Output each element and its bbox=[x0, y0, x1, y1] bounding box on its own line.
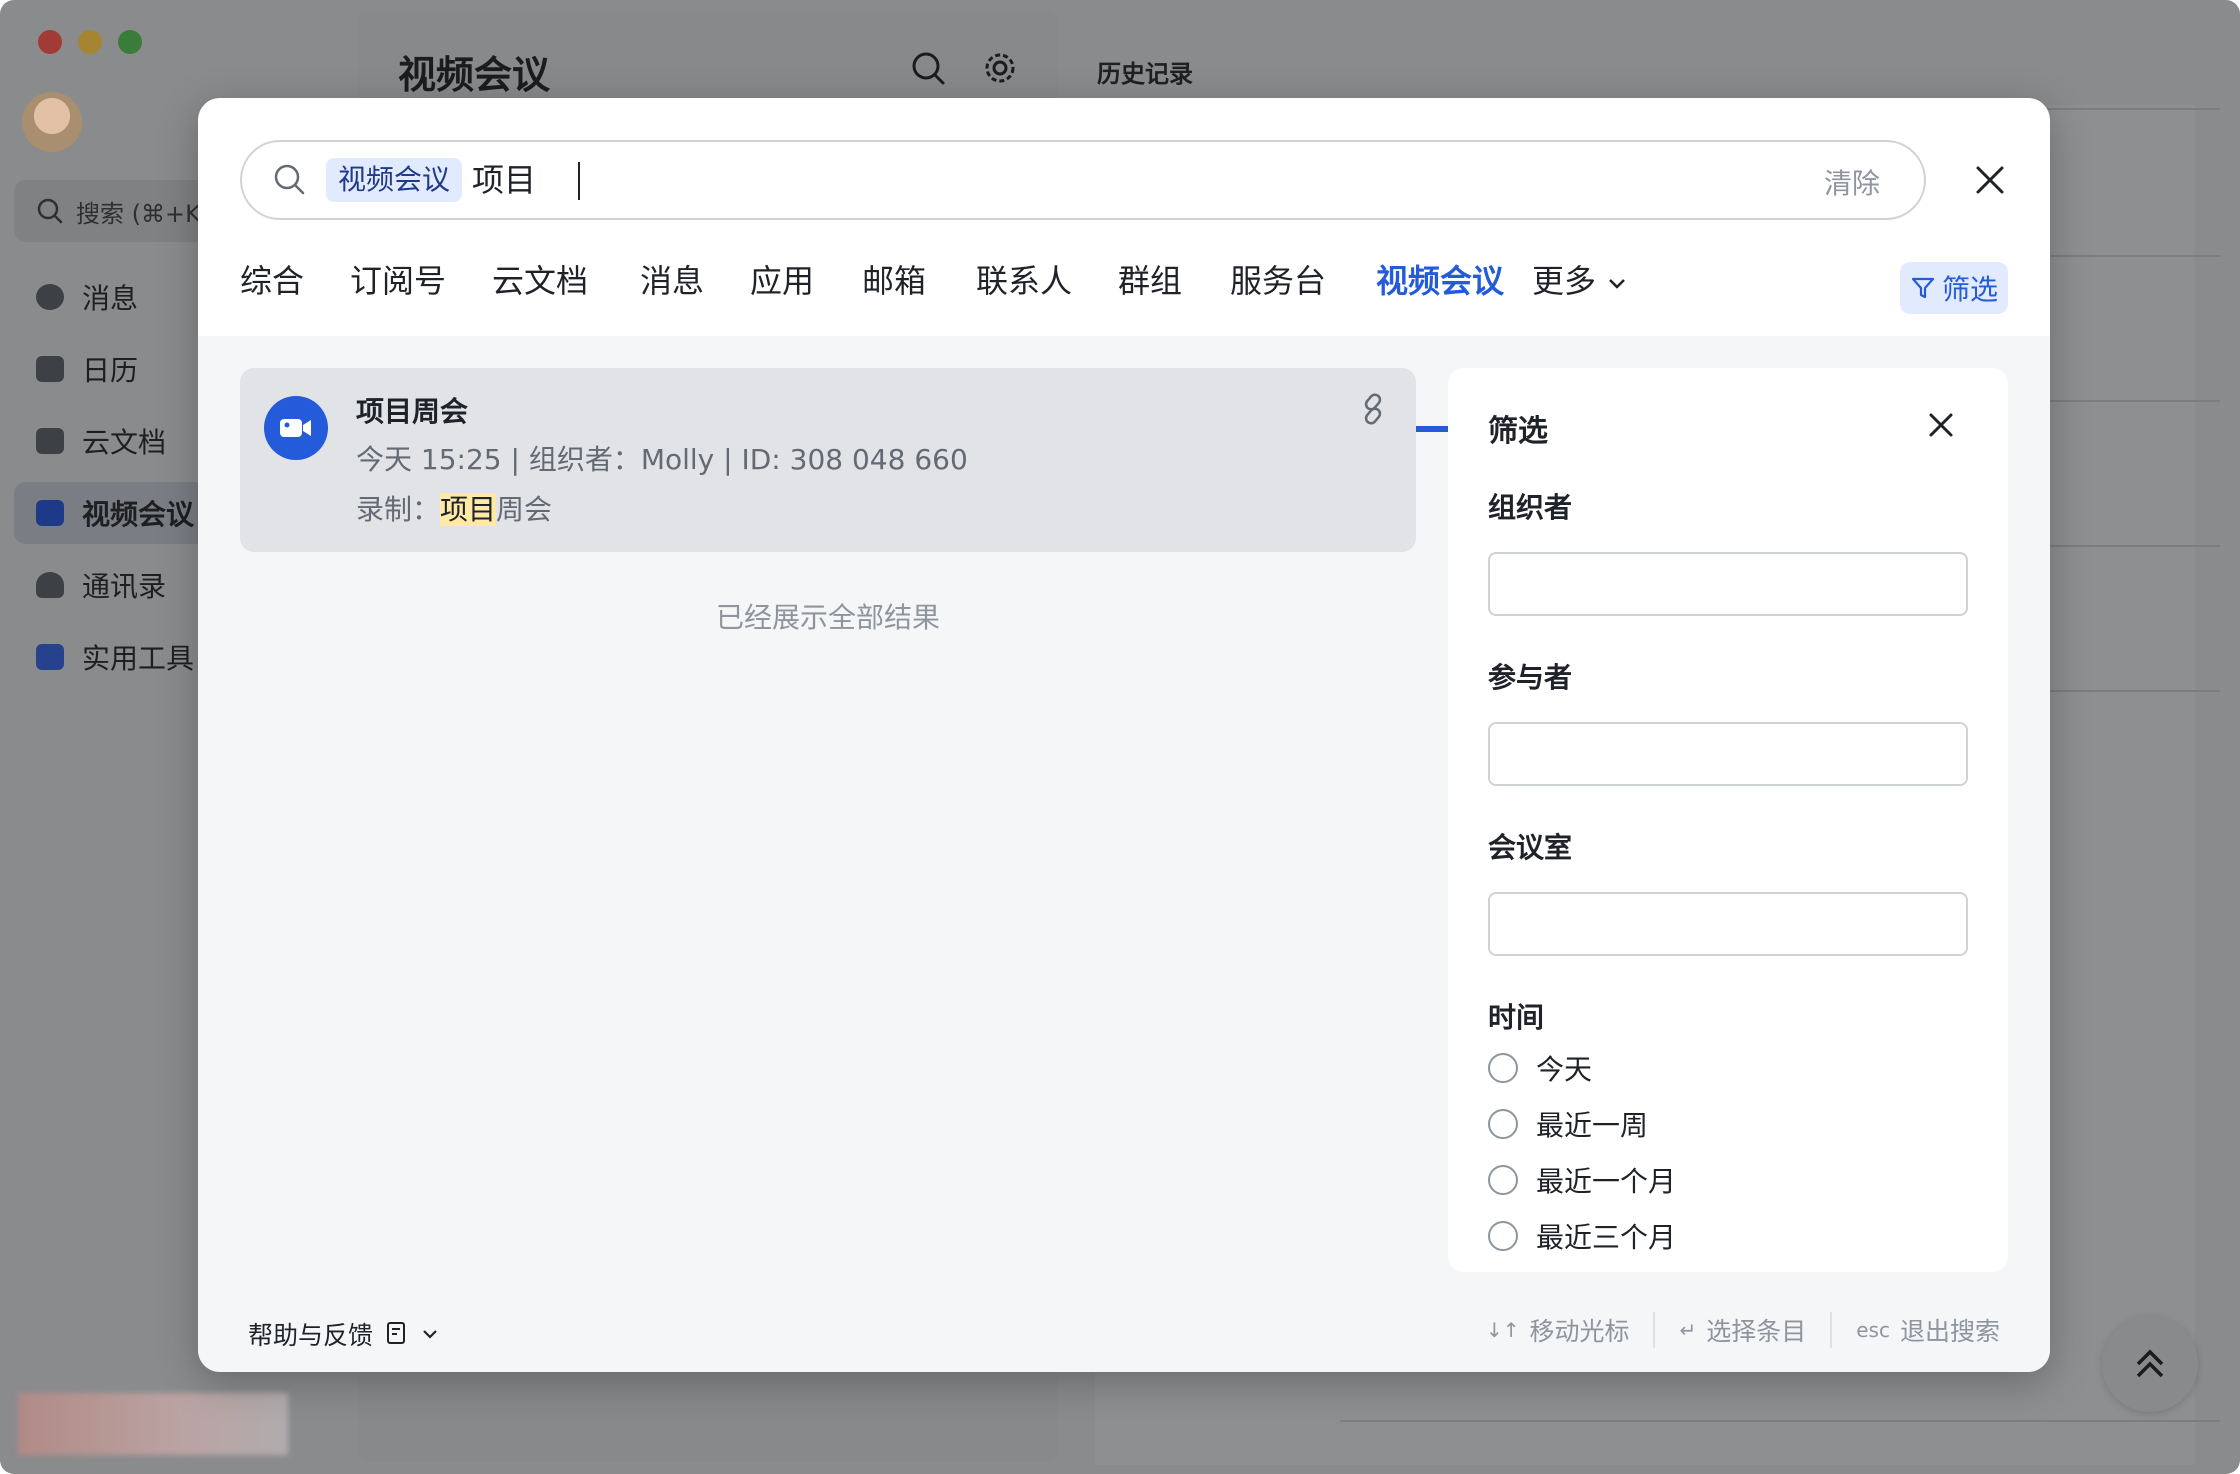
filter-panel: 筛选 组织者 参与者 会议室 时间 今天 最近一周 最近一个月 最近三个月 bbox=[1448, 368, 2008, 1272]
tab-video-meeting[interactable]: 视频会议 bbox=[1376, 258, 1504, 304]
keyword-highlight: 项目 bbox=[440, 493, 497, 526]
search-icon[interactable] bbox=[910, 50, 946, 86]
tab-groups[interactable]: 群组 bbox=[1118, 258, 1182, 304]
time-option-label: 最近三个月 bbox=[1536, 1221, 1677, 1254]
radio-button[interactable] bbox=[1488, 1109, 1518, 1139]
double-chevron-up-icon bbox=[2136, 1349, 2164, 1378]
hint-label: 退出搜索 bbox=[1899, 1317, 2000, 1346]
search-icon bbox=[37, 198, 63, 224]
tab-more[interactable]: 更多 bbox=[1532, 258, 1628, 304]
filter-button[interactable]: 筛选 bbox=[1900, 262, 2008, 314]
help-feedback-label: 帮助与反馈 bbox=[248, 1321, 374, 1350]
tab-docs[interactable]: 云文档 bbox=[492, 258, 588, 304]
tab-contacts[interactable]: 联系人 bbox=[976, 258, 1072, 304]
participant-field[interactable] bbox=[1488, 722, 1968, 786]
radio-button[interactable] bbox=[1488, 1221, 1518, 1251]
tab-subscriptions[interactable]: 订阅号 bbox=[350, 258, 446, 304]
close-icon[interactable] bbox=[1924, 408, 1958, 442]
search-query[interactable]: 项目 bbox=[472, 156, 536, 204]
tab-more-label: 更多 bbox=[1532, 262, 1597, 300]
all-results-shown: 已经展示全部结果 bbox=[715, 601, 940, 634]
close-window-button[interactable] bbox=[38, 30, 62, 54]
tab-apps[interactable]: 应用 bbox=[750, 258, 814, 304]
filter-panel-title: 筛选 bbox=[1488, 414, 1548, 449]
search-modal: 视频会议 项目 清除 综合 订阅号 云文档 消息 应用 邮箱 联系人 群组 服务… bbox=[198, 98, 2050, 1372]
time-option-month[interactable]: 最近一个月 bbox=[1488, 1160, 1676, 1200]
tab-overall[interactable]: 综合 bbox=[240, 258, 304, 304]
hint-move-cursor: ↓↑ 移动光标 bbox=[1462, 1312, 1654, 1348]
sidebar-item-label: 视频会议 bbox=[82, 498, 195, 531]
text-caret bbox=[578, 162, 580, 200]
chevron-down-icon bbox=[423, 1330, 437, 1339]
time-label: 时间 bbox=[1488, 1001, 1545, 1034]
keyboard-hints: ↓↑ 移动光标 ↵ 选择条目 esc 退出搜索 bbox=[1462, 1312, 2000, 1348]
time-option-three-months[interactable]: 最近三个月 bbox=[1488, 1216, 1676, 1256]
contacts-icon bbox=[36, 572, 64, 598]
radio-button[interactable] bbox=[1488, 1165, 1518, 1195]
result-item[interactable]: 项目周会 今天 15:25 | 组织者：Molly | ID: 308 048 … bbox=[240, 368, 1416, 552]
maximize-window-button[interactable] bbox=[118, 30, 142, 54]
calendar-icon bbox=[36, 356, 64, 382]
sidebar-search-label: 搜索 (⌘+K) bbox=[76, 199, 211, 228]
scroll-top-button[interactable] bbox=[2102, 1316, 2198, 1412]
hint-label: 选择条目 bbox=[1706, 1317, 1807, 1346]
filter-icon bbox=[1911, 277, 1935, 299]
enter-key-icon: ↵ bbox=[1679, 1318, 1697, 1342]
radio-button[interactable] bbox=[1488, 1053, 1518, 1083]
sidebar-item-label: 实用工具 bbox=[82, 642, 195, 675]
room-field[interactable] bbox=[1488, 892, 1968, 956]
history-link[interactable]: 历史记录 bbox=[1097, 54, 1193, 89]
search-input[interactable]: 视频会议 项目 清除 bbox=[240, 140, 1926, 220]
time-option-label: 最近一个月 bbox=[1536, 1165, 1677, 1198]
time-option-label: 今天 bbox=[1536, 1053, 1593, 1086]
esc-key: esc bbox=[1856, 1318, 1890, 1342]
sidebar-item-label: 通讯录 bbox=[82, 570, 167, 603]
message-icon bbox=[36, 284, 64, 310]
minimize-window-button[interactable] bbox=[78, 30, 102, 54]
room-label: 会议室 bbox=[1488, 831, 1573, 864]
avatar[interactable] bbox=[22, 92, 82, 152]
participant-label: 参与者 bbox=[1488, 661, 1573, 694]
hint-exit-search: esc 退出搜索 bbox=[1832, 1312, 2000, 1348]
result-title: 项目周会 bbox=[356, 395, 469, 428]
up-down-arrow-icon: ↓↑ bbox=[1485, 1318, 1520, 1342]
clear-button[interactable]: 清除 bbox=[1824, 162, 1880, 202]
page-title: 视频会议 bbox=[398, 53, 551, 97]
organizer-field[interactable] bbox=[1488, 552, 1968, 616]
sidebar-item-label: 消息 bbox=[82, 282, 139, 315]
time-option-today[interactable]: 今天 bbox=[1488, 1048, 1592, 1088]
chevron-down-icon bbox=[1609, 279, 1626, 289]
link-icon[interactable] bbox=[1356, 392, 1390, 426]
tab-mail[interactable]: 邮箱 bbox=[862, 258, 926, 304]
filter-button-label: 筛选 bbox=[1941, 273, 1998, 306]
sidebar-item-label: 云文档 bbox=[82, 426, 167, 459]
tab-messages[interactable]: 消息 bbox=[640, 258, 704, 304]
video-meeting-icon bbox=[36, 500, 64, 526]
tools-icon bbox=[36, 644, 64, 670]
divider bbox=[1340, 1420, 2220, 1422]
feedback-doc-icon bbox=[387, 1322, 406, 1344]
organizer-label: 组织者 bbox=[1488, 491, 1573, 524]
hint-label: 移动光标 bbox=[1529, 1317, 1630, 1346]
gear-icon[interactable] bbox=[982, 50, 1018, 86]
hint-select-item: ↵ 选择条目 bbox=[1655, 1312, 1830, 1348]
blurred-user-info bbox=[18, 1393, 288, 1455]
time-option-week[interactable]: 最近一周 bbox=[1488, 1104, 1648, 1144]
video-camera-icon bbox=[264, 396, 328, 460]
result-recording: 录制：项目周会 bbox=[356, 488, 552, 528]
help-feedback-button[interactable]: 帮助与反馈 bbox=[248, 1316, 439, 1352]
docs-icon bbox=[36, 428, 64, 454]
recording-prefix: 录制： bbox=[356, 493, 441, 526]
time-option-label: 最近一周 bbox=[1536, 1109, 1649, 1142]
close-icon[interactable] bbox=[1970, 160, 2010, 200]
scope-tag[interactable]: 视频会议 bbox=[326, 158, 463, 202]
result-meta: 今天 15:25 | 组织者：Molly | ID: 308 048 660 bbox=[356, 443, 968, 476]
tab-helpdesk[interactable]: 服务台 bbox=[1230, 258, 1326, 304]
recording-rest: 周会 bbox=[496, 493, 553, 526]
search-icon bbox=[274, 164, 305, 195]
sidebar-item-label: 日历 bbox=[82, 354, 139, 387]
